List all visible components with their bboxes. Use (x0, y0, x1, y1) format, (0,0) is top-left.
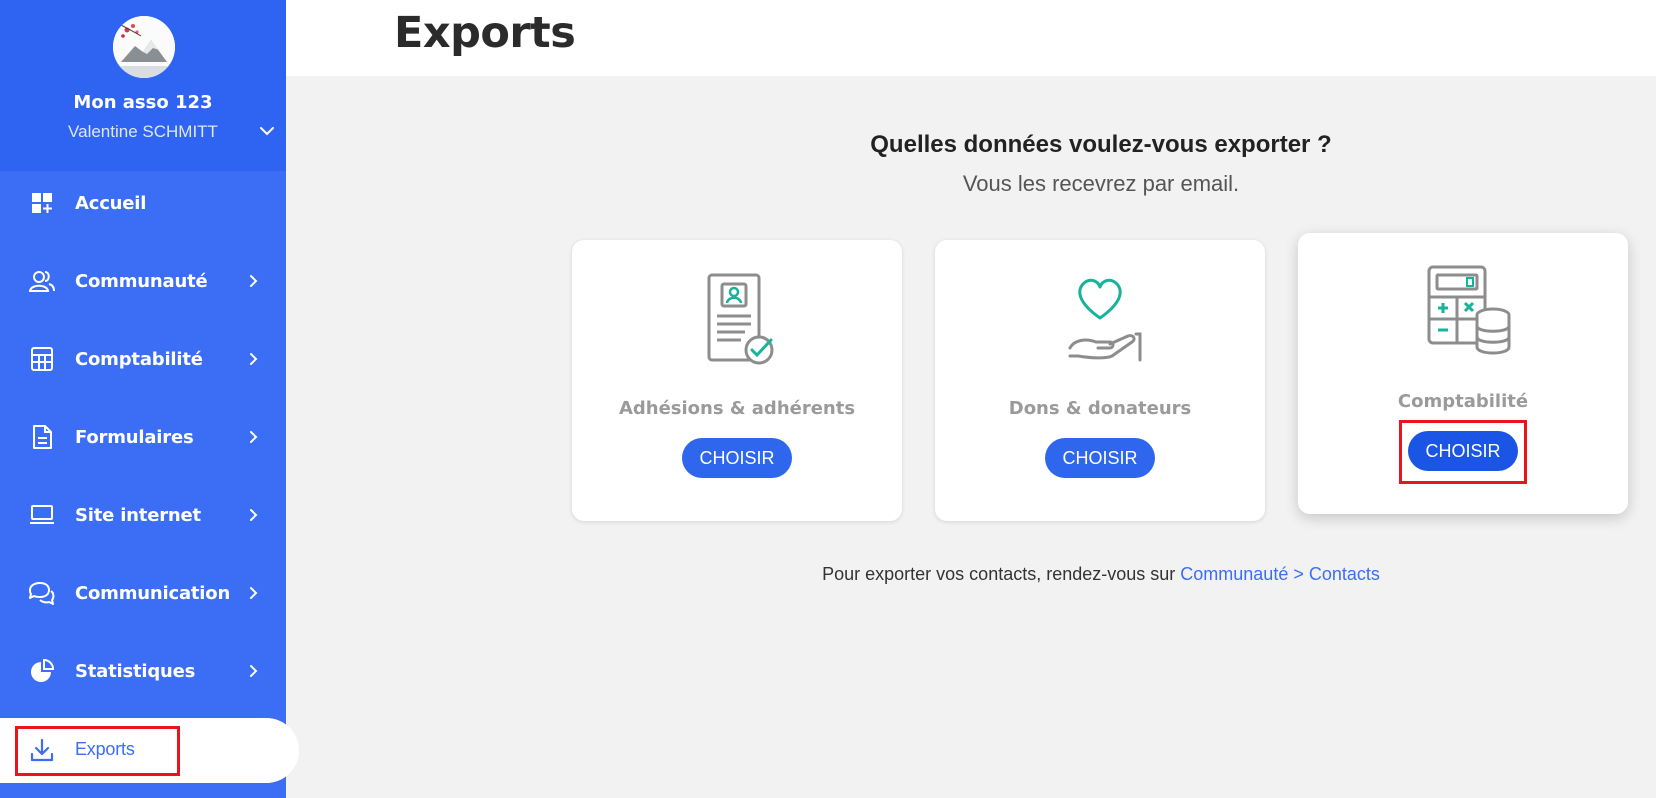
sidebar-item-label: Site internet (75, 504, 201, 526)
sidebar-item-comptabilite[interactable]: Comptabilité (0, 331, 286, 387)
sidebar-item-label: Communication (75, 582, 231, 604)
contacts-link[interactable]: Communauté > Contacts (1180, 564, 1380, 584)
export-card-dons[interactable]: Dons & donateurs CHOISIR (935, 240, 1265, 521)
laptop-icon (28, 501, 56, 529)
sidebar-item-communaute[interactable]: Communauté (0, 253, 286, 309)
user-name[interactable]: Valentine SCHMITT (0, 122, 286, 142)
sidebar-item-label: Comptabilité (75, 348, 203, 370)
sidebar-item-formulaires[interactable]: Formulaires (0, 409, 286, 465)
sidebar-item-label: Communauté (75, 270, 208, 292)
footer-text: Pour exporter vos contacts, rendez-vous … (822, 564, 1181, 584)
chevron-right-icon (250, 509, 258, 521)
sidebar-item-label: Statistiques (75, 660, 196, 682)
sidebar-header: Mon asso 123 Valentine SCHMITT (0, 0, 286, 171)
chevron-right-icon (250, 431, 258, 443)
question-subtitle: Vous les recevrez par email. (962, 171, 1240, 196)
page-title: Exports (394, 8, 576, 58)
membership-card-icon (707, 273, 774, 365)
document-icon (28, 423, 56, 451)
dashboard-icon (28, 189, 56, 217)
chevron-right-icon (250, 275, 258, 287)
users-icon (28, 267, 56, 295)
sidebar-item-label: Formulaires (75, 426, 194, 448)
sidebar-item-site-internet[interactable]: Site internet (0, 487, 286, 543)
choose-dons-button[interactable]: CHOISIR (1045, 438, 1155, 478)
sidebar: Mon asso 123 Valentine SCHMITT Accueil C… (0, 0, 299, 798)
highlight-box (15, 726, 180, 776)
chat-icon (28, 579, 56, 607)
calculator-coins-icon (1427, 265, 1511, 355)
heart-hand-icon (1068, 278, 1142, 362)
card-label: Dons & donateurs (1008, 398, 1192, 419)
sidebar-item-accueil[interactable]: Accueil (0, 175, 286, 231)
choose-adhesions-button[interactable]: CHOISIR (682, 438, 792, 478)
card-label: Comptabilité (1397, 391, 1529, 412)
sidebar-item-label: Accueil (75, 192, 147, 214)
sidebar-item-communication[interactable]: Communication (0, 565, 286, 621)
sidebar-item-statistiques[interactable]: Statistiques (0, 643, 286, 699)
card-label: Adhésions & adhérents (618, 398, 856, 419)
org-name: Mon asso 123 (73, 92, 213, 113)
pie-chart-icon (28, 657, 56, 685)
chevron-right-icon (250, 353, 258, 365)
calculator-icon (28, 345, 56, 373)
highlight-box (1399, 420, 1527, 484)
avatar[interactable] (113, 16, 175, 78)
export-card-adhesions[interactable]: Adhésions & adhérents CHOISIR (572, 240, 902, 521)
footer-note: Pour exporter vos contacts, rendez-vous … (786, 564, 1416, 585)
chevron-down-icon[interactable] (258, 122, 276, 140)
chevron-right-icon (250, 587, 258, 599)
chevron-right-icon (250, 665, 258, 677)
question-title: Quelles données voulez-vous exporter ? (870, 131, 1332, 158)
